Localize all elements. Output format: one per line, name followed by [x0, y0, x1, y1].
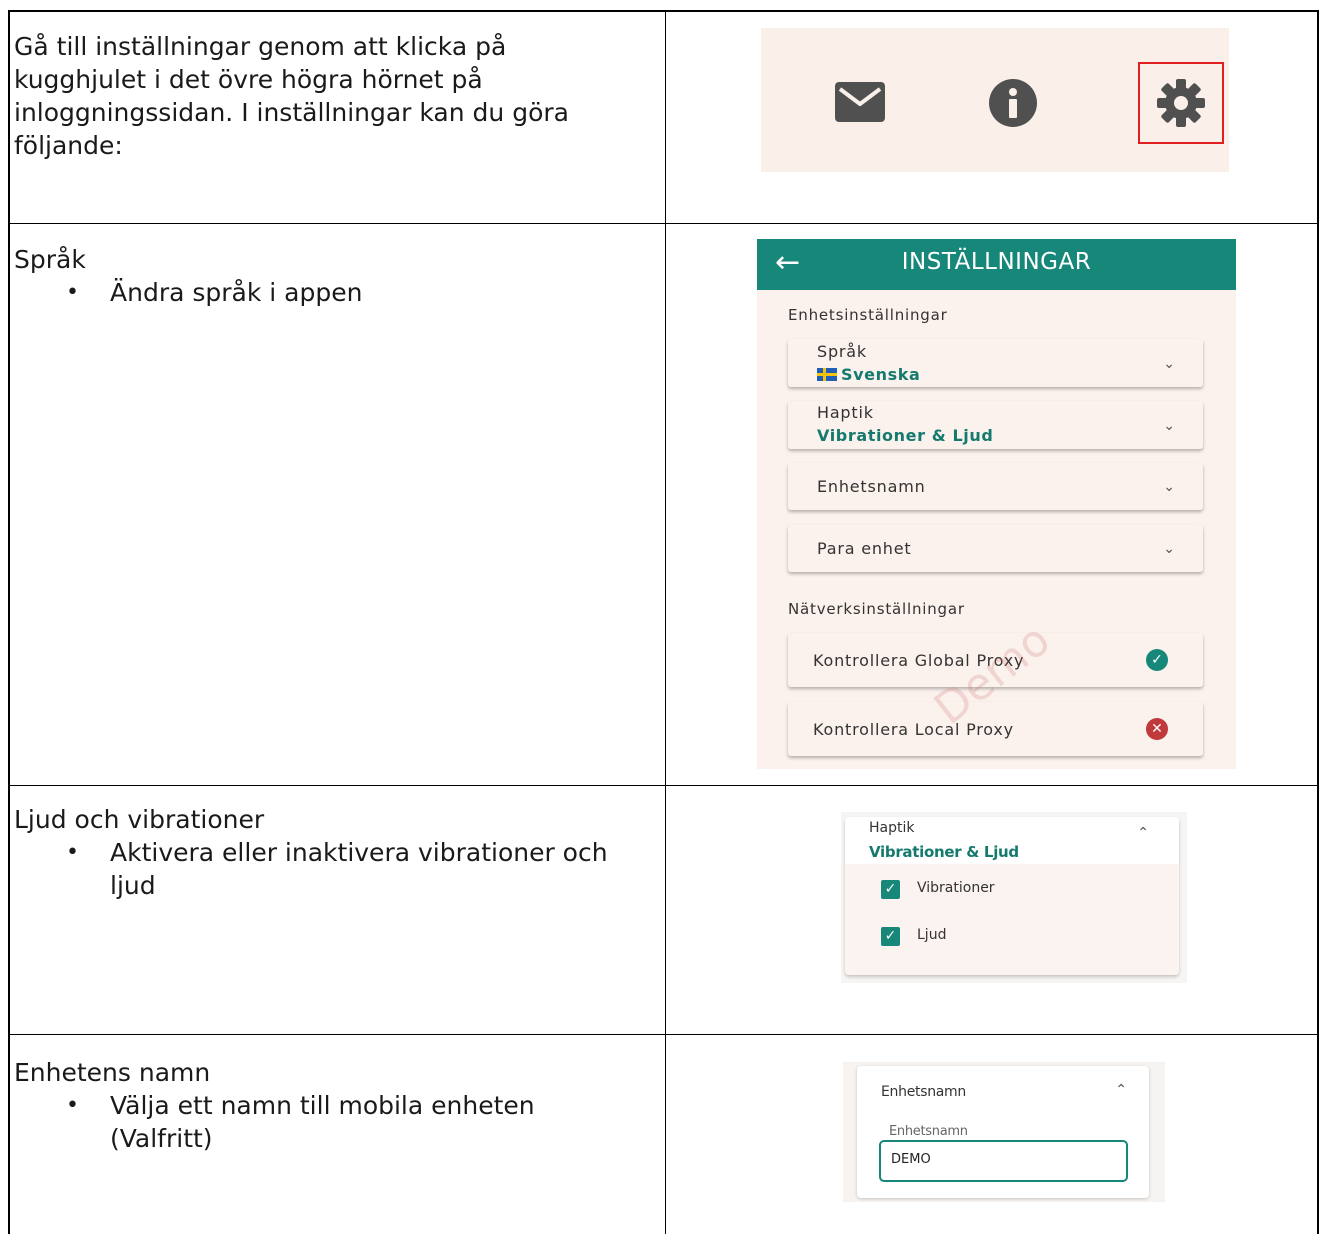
gear-highlight-box: [1138, 62, 1224, 144]
check-circle-icon: ✓: [1146, 649, 1168, 671]
app-bar: ← INSTÄLLNINGAR: [757, 239, 1236, 290]
haptics-heading: Ljud och vibrationer: [14, 805, 265, 834]
table-border-left: [8, 10, 10, 1234]
device-name-input[interactable]: DEMO: [879, 1140, 1128, 1182]
table-border-top: [8, 10, 1319, 12]
device-name-expanded-card: Enhetsnamn ⌃ Enhetsnamn DEMO: [857, 1066, 1149, 1198]
device-name-section: Enhetens namn Välja ett namn till mobila…: [14, 1056, 654, 1155]
settings-item-value: Svenska: [817, 365, 920, 384]
table-column-divider: [665, 10, 666, 1234]
mail-icon: [835, 82, 885, 122]
settings-title: INSTÄLLNINGAR: [901, 249, 1092, 275]
chevron-up-icon[interactable]: ⌃: [1137, 825, 1149, 841]
swedish-flag-icon: [817, 368, 837, 381]
device-name-label: Enhetsnamn: [881, 1084, 966, 1100]
settings-item-label: Haptik: [817, 403, 874, 422]
haptik-screenshot: Haptik Vibrationer & Ljud ⌃ ✓ Vibratione…: [841, 812, 1187, 983]
settings-item-label: Enhetsnamn: [817, 477, 926, 496]
haptik-expanded-card: Haptik Vibrationer & Ljud ⌃ ✓ Vibratione…: [845, 817, 1179, 975]
table-row-divider: [8, 785, 1319, 786]
settings-item-local-proxy[interactable]: Kontrollera Local Proxy ✕: [788, 702, 1203, 756]
chevron-down-icon: ⌄: [1163, 479, 1175, 495]
settings-item-label: Språk: [817, 342, 867, 361]
network-section-label: Nätverksinställningar: [788, 600, 965, 618]
haptics-section: Ljud och vibrationer Aktivera eller inak…: [14, 803, 654, 902]
device-name-field-label: Enhetsnamn: [889, 1124, 968, 1139]
settings-item-language[interactable]: Språk Svenska ⌄: [788, 339, 1203, 387]
haptik-label: Haptik: [869, 820, 915, 836]
settings-item-value: Vibrationer & Ljud: [817, 426, 994, 445]
settings-screenshot: ← INSTÄLLNINGAR Enhetsinställningar Språ…: [757, 239, 1236, 769]
error-circle-icon: ✕: [1146, 718, 1168, 740]
settings-item-label: Kontrollera Local Proxy: [813, 720, 1014, 739]
device-name-input-value: DEMO: [891, 1152, 931, 1167]
settings-item-pair-device[interactable]: Para enhet ⌄: [788, 525, 1203, 572]
table-row-divider: [8, 1034, 1319, 1035]
haptik-options-panel: ✓ Vibrationer ✓ Ljud: [845, 864, 1179, 975]
device-name-bullet: Välja ett namn till mobila enheten (Valf…: [14, 1089, 574, 1155]
haptics-bullet: Aktivera eller inaktivera vibrationer oc…: [14, 836, 634, 902]
sound-checkbox[interactable]: ✓: [881, 927, 900, 946]
settings-item-device-name[interactable]: Enhetsnamn ⌄: [788, 463, 1203, 510]
vibrations-checkbox[interactable]: ✓: [881, 880, 900, 899]
haptik-value: Vibrationer & Ljud: [869, 843, 1019, 861]
intro-paragraph: Gå till inställningar genom att klicka p…: [14, 32, 569, 160]
chevron-down-icon: ⌄: [1163, 356, 1175, 372]
language-heading: Språk: [14, 245, 86, 274]
table-row-divider: [8, 223, 1319, 224]
language-bullet: Ändra språk i appen: [14, 276, 634, 309]
settings-item-label: Para enhet: [817, 539, 912, 558]
table-border-right: [1317, 10, 1319, 1234]
vibrations-label: Vibrationer: [917, 880, 995, 896]
language-section: Språk Ändra språk i appen: [14, 243, 634, 309]
device-section-label: Enhetsinställningar: [788, 306, 948, 324]
info-icon: [989, 79, 1037, 127]
chevron-down-icon: ⌄: [1163, 541, 1175, 557]
chevron-up-icon[interactable]: ⌃: [1115, 1082, 1127, 1098]
sound-label: Ljud: [917, 927, 947, 943]
device-name-heading: Enhetens namn: [14, 1058, 211, 1087]
device-name-screenshot: Enhetsnamn ⌃ Enhetsnamn DEMO: [843, 1062, 1165, 1202]
chevron-down-icon: ⌄: [1163, 418, 1175, 434]
settings-item-haptik[interactable]: Haptik Vibrationer & Ljud ⌄: [788, 401, 1203, 449]
